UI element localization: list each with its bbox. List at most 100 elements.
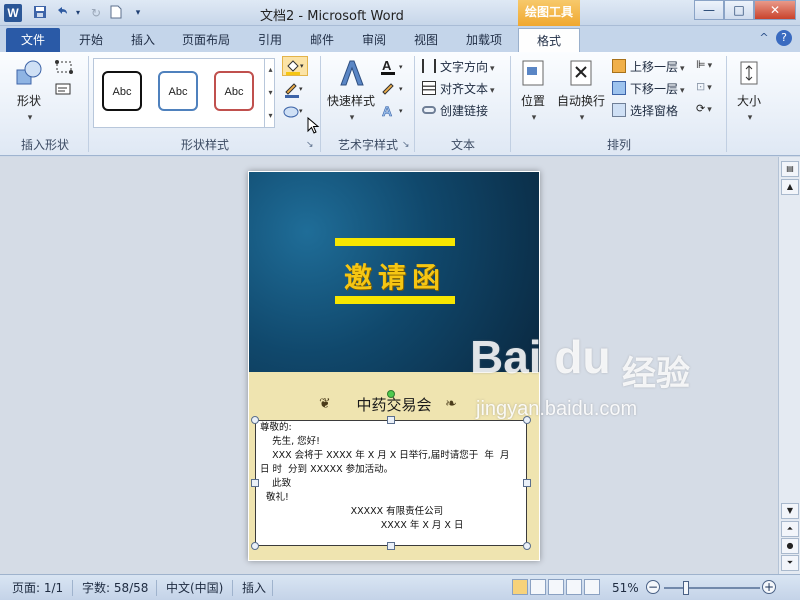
previous-page-icon[interactable]: ⏶	[781, 521, 799, 537]
close-button[interactable]: ✕	[754, 0, 796, 20]
text-direction-button[interactable]: 文字方向 ▾	[422, 57, 495, 77]
tab-view[interactable]: 视图	[406, 28, 446, 52]
wrap-text-button[interactable]: 自动换行 ▾	[556, 56, 606, 134]
tab-insert[interactable]: 插入	[122, 28, 164, 52]
position-button[interactable]: 位置 ▾	[514, 56, 552, 134]
size-button[interactable]: 大小 ▾	[732, 56, 766, 134]
scroll-down-icon[interactable]: ▼	[781, 503, 799, 519]
ornament-right-icon: ❧	[445, 396, 457, 412]
shape-style-red[interactable]: Abc	[214, 71, 254, 111]
maximize-button[interactable]: □	[724, 0, 754, 20]
tab-home[interactable]: 开始	[70, 28, 112, 52]
text-box-icon[interactable]	[54, 82, 76, 96]
resize-handle-t[interactable]	[387, 416, 395, 424]
position-icon	[522, 60, 544, 86]
resize-handle-b[interactable]	[387, 542, 395, 550]
bring-forward-icon	[612, 59, 626, 73]
zoom-out-button[interactable]: −	[646, 580, 660, 594]
quick-styles-button[interactable]: 快速样式 ▾	[326, 56, 376, 134]
print-layout-view-icon[interactable]	[512, 579, 528, 595]
select-browse-object-icon[interactable]: ●	[781, 538, 799, 554]
selection-pane-button[interactable]: 选择窗格	[612, 101, 678, 121]
text-effects-button[interactable]: A ▾	[380, 102, 408, 120]
chevron-down-icon: ▾	[27, 113, 33, 123]
customize-icon[interactable]: ▾	[130, 5, 146, 21]
edit-shape-icon[interactable]	[54, 60, 76, 74]
resize-handle-bl[interactable]	[251, 542, 259, 550]
rotate-icon[interactable]: ⟳ ▾	[696, 102, 718, 118]
text-fill-button[interactable]: A ▾	[380, 58, 408, 76]
text-line: 此致	[260, 478, 292, 489]
bring-forward-button[interactable]: 上移一层 ▾	[612, 57, 685, 77]
text-direction-icon	[422, 59, 436, 73]
svg-text:A: A	[382, 103, 392, 119]
ruler-toggle-icon[interactable]: ▤	[781, 161, 799, 177]
content-band: ❦ 中药交易会 ❧ 尊敬的: 先生, 您好! XXX 会将于 XXXX 年 X …	[249, 372, 539, 560]
zoom-level[interactable]: 51%	[612, 579, 639, 597]
resize-handle-br[interactable]	[523, 542, 531, 550]
resize-handle-tr[interactable]	[523, 416, 531, 424]
shape-style-black[interactable]: Abc	[102, 71, 142, 111]
scroll-up-icon[interactable]: ▲	[781, 179, 799, 195]
zoom-slider-thumb[interactable]	[682, 581, 689, 595]
minimize-button[interactable]: —	[694, 0, 724, 20]
outline-view-icon[interactable]	[566, 579, 582, 595]
group-objects-icon[interactable]: ⊡ ▾	[696, 80, 718, 96]
ribbon-tabs: 文件 开始 插入 页面布局 引用 邮件 审阅 视图 加载项 格式 ^ ?	[0, 26, 800, 52]
align-icon[interactable]: ⊫ ▾	[696, 58, 718, 74]
insert-mode-indicator[interactable]: 插入	[242, 579, 266, 597]
title-stripe-bottom	[335, 296, 455, 304]
undo-dropdown-icon[interactable]: ▾	[70, 5, 86, 21]
web-layout-icon[interactable]	[548, 579, 564, 595]
tab-references[interactable]: 引用	[250, 28, 290, 52]
tab-format[interactable]: 格式	[518, 28, 580, 52]
create-link-button[interactable]: 创建链接	[422, 101, 488, 121]
zoom-in-button[interactable]: +	[762, 580, 776, 594]
word-count[interactable]: 字数: 58/58	[82, 579, 148, 597]
text-line: 先生, 您好!	[260, 436, 320, 447]
dialog-launcher-icon[interactable]: ↘	[402, 140, 410, 150]
draft-view-icon[interactable]	[584, 579, 600, 595]
new-doc-icon[interactable]	[108, 5, 124, 21]
resize-handle-l[interactable]	[251, 479, 259, 487]
full-screen-reading-icon[interactable]	[530, 579, 546, 595]
shape-style-blue[interactable]: Abc	[158, 71, 198, 111]
page-count[interactable]: 页面: 1/1	[12, 579, 63, 597]
rotation-handle[interactable]	[387, 390, 395, 398]
shape-effects-button[interactable]: ▾	[282, 102, 308, 120]
gallery-scroll[interactable]: ▴ ▾ ▾	[264, 58, 276, 128]
ribbon-divider	[320, 56, 321, 152]
undo-icon[interactable]	[54, 5, 70, 21]
redo-icon[interactable]: ↻	[88, 5, 104, 21]
resize-handle-tl[interactable]	[251, 416, 259, 424]
language-indicator[interactable]: 中文(中国)	[166, 579, 223, 597]
resize-handle-r[interactable]	[523, 479, 531, 487]
save-icon[interactable]	[32, 5, 48, 21]
tab-mailings[interactable]: 邮件	[302, 28, 342, 52]
status-divider	[156, 580, 157, 596]
vertical-scrollbar[interactable]: ▤ ▲ ▼ ⏶ ● ⏷	[778, 157, 800, 574]
chevron-down-icon: ▾	[680, 86, 685, 96]
shape-fill-button[interactable]: ▾	[282, 56, 308, 76]
next-page-icon[interactable]: ⏷	[781, 555, 799, 571]
word-app-icon[interactable]: W	[4, 4, 22, 22]
send-backward-button[interactable]: 下移一层 ▾	[612, 79, 685, 99]
shapes-button[interactable]: 形状 ▾	[8, 56, 50, 134]
tab-file[interactable]: 文件	[6, 28, 60, 52]
invitation-text-box[interactable]: 尊敬的: 先生, 您好! XXX 会将于 XXXX 年 X 月 X 日举行,届时…	[255, 420, 527, 546]
text-line: XXX 会将于 XXXX 年 X 月 X 日举行,届时请您于 年 月	[260, 450, 510, 461]
group-wordart-label: 艺术字样式	[337, 138, 398, 152]
ribbon-divider	[414, 56, 415, 152]
collapse-ribbon-icon[interactable]: ^	[756, 30, 772, 46]
align-text-button[interactable]: 对齐文本 ▾	[422, 79, 495, 99]
shape-styles-gallery[interactable]: Abc Abc Abc	[93, 58, 275, 128]
shape-outline-button[interactable]: ▾	[282, 80, 308, 98]
dialog-launcher-icon[interactable]: ↘	[306, 140, 314, 150]
document-page[interactable]: 邀请函 ❦ 中药交易会 ❧ 尊敬的: 先生, 您好! XXX 会将于 XXXX …	[248, 171, 540, 561]
zoom-slider-track[interactable]	[664, 587, 760, 589]
tab-addins[interactable]: 加载项	[458, 28, 510, 52]
help-icon[interactable]: ?	[776, 30, 792, 46]
text-outline-button[interactable]: ▾	[380, 80, 408, 98]
tab-page-layout[interactable]: 页面布局	[176, 28, 236, 52]
tab-review[interactable]: 审阅	[354, 28, 394, 52]
